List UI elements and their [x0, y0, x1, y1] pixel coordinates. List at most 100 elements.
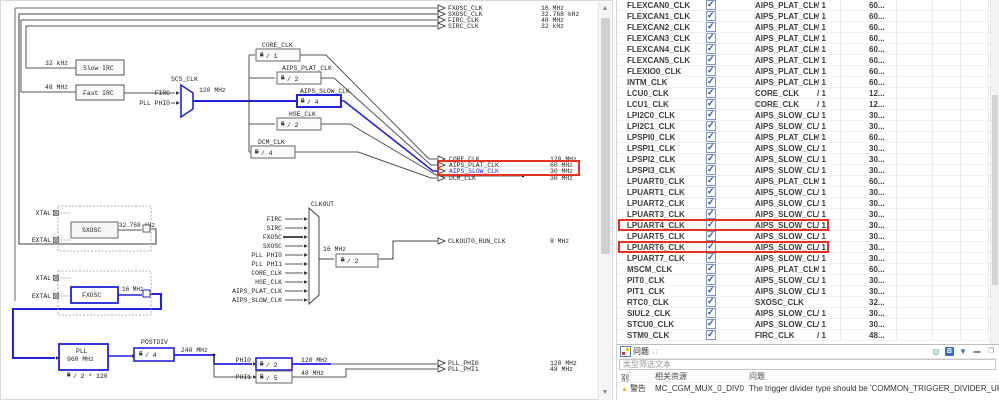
divider-cell[interactable]: / 1: [817, 11, 841, 21]
source-clock-cell[interactable]: AIPS_SLOW_CLK: [755, 154, 817, 164]
pll-block[interactable]: PLL 960 MHz / 2 * 120: [59, 344, 108, 380]
table-row[interactable]: FLEXCAN5_CLK AIPS_PLAT_CLK / 1 60...: [617, 55, 999, 66]
divider-cell[interactable]: / 1: [817, 132, 841, 142]
aips-plat-clk-divider[interactable]: AIPS_PLAT_CLK / 2: [277, 65, 332, 84]
clock-enabled-checkbox[interactable]: [701, 242, 721, 252]
maximize-view-icon[interactable]: ❐: [986, 346, 996, 356]
source-clock-cell[interactable]: AIPS_SLOW_CLK: [755, 275, 817, 285]
filter-funnel-icon[interactable]: ▼: [958, 346, 968, 356]
table-row[interactable]: MSCM_CLK AIPS_PLAT_CLK / 1 60...: [617, 264, 999, 275]
diagram-scrollbar-thumb[interactable]: [601, 18, 610, 254]
clock-enabled-checkbox[interactable]: [701, 330, 721, 340]
clock-enabled-checkbox[interactable]: [701, 11, 721, 21]
table-vertical-scrollbar[interactable]: [990, 0, 999, 344]
source-clock-cell[interactable]: AIPS_PLAT_CLK: [755, 22, 817, 32]
divider-cell[interactable]: / 1: [817, 0, 841, 10]
source-clock-cell[interactable]: AIPS_PLAT_CLK: [755, 33, 817, 43]
table-row[interactable]: LPUART4_CLK AIPS_SLOW_CLK / 1 30...: [617, 220, 999, 231]
core-clk-divider[interactable]: CORE_CLK / 1: [256, 42, 300, 61]
clock-enabled-checkbox[interactable]: [701, 132, 721, 142]
source-clock-cell[interactable]: AIPS_SLOW_CLK: [755, 242, 817, 252]
source-clock-cell[interactable]: AIPS_PLAT_CLK: [755, 0, 817, 10]
divider-cell[interactable]: / 1: [817, 33, 841, 43]
source-clock-cell[interactable]: AIPS_SLOW_CLK: [755, 231, 817, 241]
divider-cell[interactable]: / 1: [817, 88, 841, 98]
column-header-resource[interactable]: 相关资源: [655, 371, 749, 382]
divider-cell[interactable]: / 1: [817, 286, 841, 296]
scs-clk-mux[interactable]: SCS_CLK FIRC PLL PHI0 120 MHz: [139, 76, 226, 117]
problem-row[interactable]: ▲警告 MC_CGM_MUX_0_DIV0 The trigger divide…: [617, 383, 999, 394]
table-row[interactable]: PIT0_CLK AIPS_SLOW_CLK / 1 30...: [617, 275, 999, 286]
source-clock-cell[interactable]: AIPS_PLAT_CLK: [755, 11, 817, 21]
divider-cell[interactable]: / 1: [817, 44, 841, 54]
clkout-mux[interactable]: CLKOUT FIRC SIRC FXOSC SXOSC PLL PHI0 PL…: [232, 201, 569, 304]
clock-enabled-checkbox[interactable]: [701, 66, 721, 76]
clock-enabled-checkbox[interactable]: [701, 308, 721, 318]
group-by-icon[interactable]: B: [945, 347, 954, 356]
pll-phi0-divider[interactable]: PHI0 / 2 120 MHz: [236, 357, 328, 370]
tab-problems[interactable]: 问题 ∷: [620, 346, 657, 357]
clock-enabled-checkbox[interactable]: [701, 121, 721, 131]
clock-enabled-checkbox[interactable]: [701, 99, 721, 109]
dcm-clk-divider[interactable]: DCM_CLK / 4: [251, 139, 295, 158]
divider-cell[interactable]: / 1: [817, 275, 841, 285]
divider-cell[interactable]: / 1: [817, 187, 841, 197]
table-row[interactable]: PIT1_CLK AIPS_SLOW_CLK / 1 30...: [617, 286, 999, 297]
clock-enabled-checkbox[interactable]: [701, 231, 721, 241]
table-row[interactable]: LPUART2_CLK AIPS_SLOW_CLK / 1 30...: [617, 198, 999, 209]
source-clock-cell[interactable]: CORE_CLK: [755, 99, 817, 109]
source-clock-cell[interactable]: AIPS_SLOW_CLK: [755, 220, 817, 230]
pll-postdiv[interactable]: POSTDIV / 4 240 MHz: [134, 339, 208, 361]
clock-enabled-checkbox[interactable]: [701, 0, 721, 10]
table-row[interactable]: INTM_CLK AIPS_PLAT_CLK / 1 60...: [617, 77, 999, 88]
source-clock-cell[interactable]: AIPS_SLOW_CLK: [755, 143, 817, 153]
table-row[interactable]: LPSPI3_CLK AIPS_SLOW_CLK / 1 30...: [617, 165, 999, 176]
table-scrollbar-thumb[interactable]: [992, 95, 998, 285]
clock-enabled-checkbox[interactable]: [701, 110, 721, 120]
source-clock-cell[interactable]: AIPS_SLOW_CLK: [755, 286, 817, 296]
divider-cell[interactable]: / 1: [817, 165, 841, 175]
problems-filter-input[interactable]: [619, 359, 996, 370]
source-clock-cell[interactable]: AIPS_SLOW_CLK: [755, 308, 817, 318]
table-row[interactable]: LPUART7_CLK AIPS_SLOW_CLK / 1 30...: [617, 253, 999, 264]
clock-enabled-checkbox[interactable]: [701, 33, 721, 43]
divider-cell[interactable]: / 1: [817, 231, 841, 241]
table-row[interactable]: STM0_CLK FIRC_CLK / 1 48...: [617, 330, 999, 341]
source-clock-cell[interactable]: AIPS_PLAT_CLK: [755, 77, 817, 87]
divider-cell[interactable]: / 1: [817, 77, 841, 87]
table-row[interactable]: FLEXIO0_CLK AIPS_PLAT_CLK / 1 60...: [617, 66, 999, 77]
source-clock-cell[interactable]: FIRC_CLK: [755, 330, 817, 340]
divider-cell[interactable]: / 1: [817, 319, 841, 329]
table-row[interactable]: FLEXCAN4_CLK AIPS_PLAT_CLK / 1 60...: [617, 44, 999, 55]
diagram-vertical-scrollbar[interactable]: ▲ ▼: [598, 2, 611, 400]
divider-cell[interactable]: / 1: [817, 209, 841, 219]
pll-phi1-divider[interactable]: PHI1 / 5 48 MHz: [236, 370, 325, 383]
divider-cell[interactable]: / 1: [817, 22, 841, 32]
divider-cell[interactable]: / 1: [817, 330, 841, 340]
source-clock-cell[interactable]: AIPS_PLAT_CLK: [755, 264, 817, 274]
divider-cell[interactable]: / 1: [817, 253, 841, 263]
hse-clk-divider[interactable]: HSE_CLK / 2: [277, 111, 321, 130]
source-clock-cell[interactable]: AIPS_SLOW_CLK: [755, 319, 817, 329]
divider-cell[interactable]: / 1: [817, 220, 841, 230]
table-row[interactable]: LPSPI2_CLK AIPS_SLOW_CLK / 1 30...: [617, 154, 999, 165]
column-header-problem[interactable]: 问题: [749, 371, 999, 382]
clock-enabled-checkbox[interactable]: [701, 154, 721, 164]
divider-cell[interactable]: / 1: [817, 99, 841, 109]
clock-enabled-checkbox[interactable]: [701, 253, 721, 263]
divider-cell[interactable]: / 1: [817, 66, 841, 76]
source-clock-cell[interactable]: CORE_CLK: [755, 88, 817, 98]
source-clock-cell[interactable]: AIPS_PLAT_CLK: [755, 176, 817, 186]
table-row[interactable]: LPI2C0_CLK AIPS_SLOW_CLK / 1 30...: [617, 110, 999, 121]
source-clock-cell[interactable]: AIPS_PLAT_CLK: [755, 66, 817, 76]
divider-cell[interactable]: / 1: [817, 121, 841, 131]
clock-enabled-checkbox[interactable]: [701, 165, 721, 175]
table-row[interactable]: LPSPI1_CLK AIPS_SLOW_CLK / 1 30...: [617, 143, 999, 154]
source-clock-cell[interactable]: AIPS_PLAT_CLK: [755, 132, 817, 142]
table-row[interactable]: LPUART6_CLK AIPS_SLOW_CLK / 1 30...: [617, 242, 999, 253]
source-clock-cell[interactable]: AIPS_SLOW_CLK: [755, 121, 817, 131]
source-clock-cell[interactable]: AIPS_SLOW_CLK: [755, 253, 817, 263]
table-row[interactable]: RTC0_CLK SXOSC_CLK 32...: [617, 297, 999, 308]
divider-cell[interactable]: / 1: [817, 264, 841, 274]
table-row[interactable]: LPUART3_CLK AIPS_SLOW_CLK / 1 30...: [617, 209, 999, 220]
